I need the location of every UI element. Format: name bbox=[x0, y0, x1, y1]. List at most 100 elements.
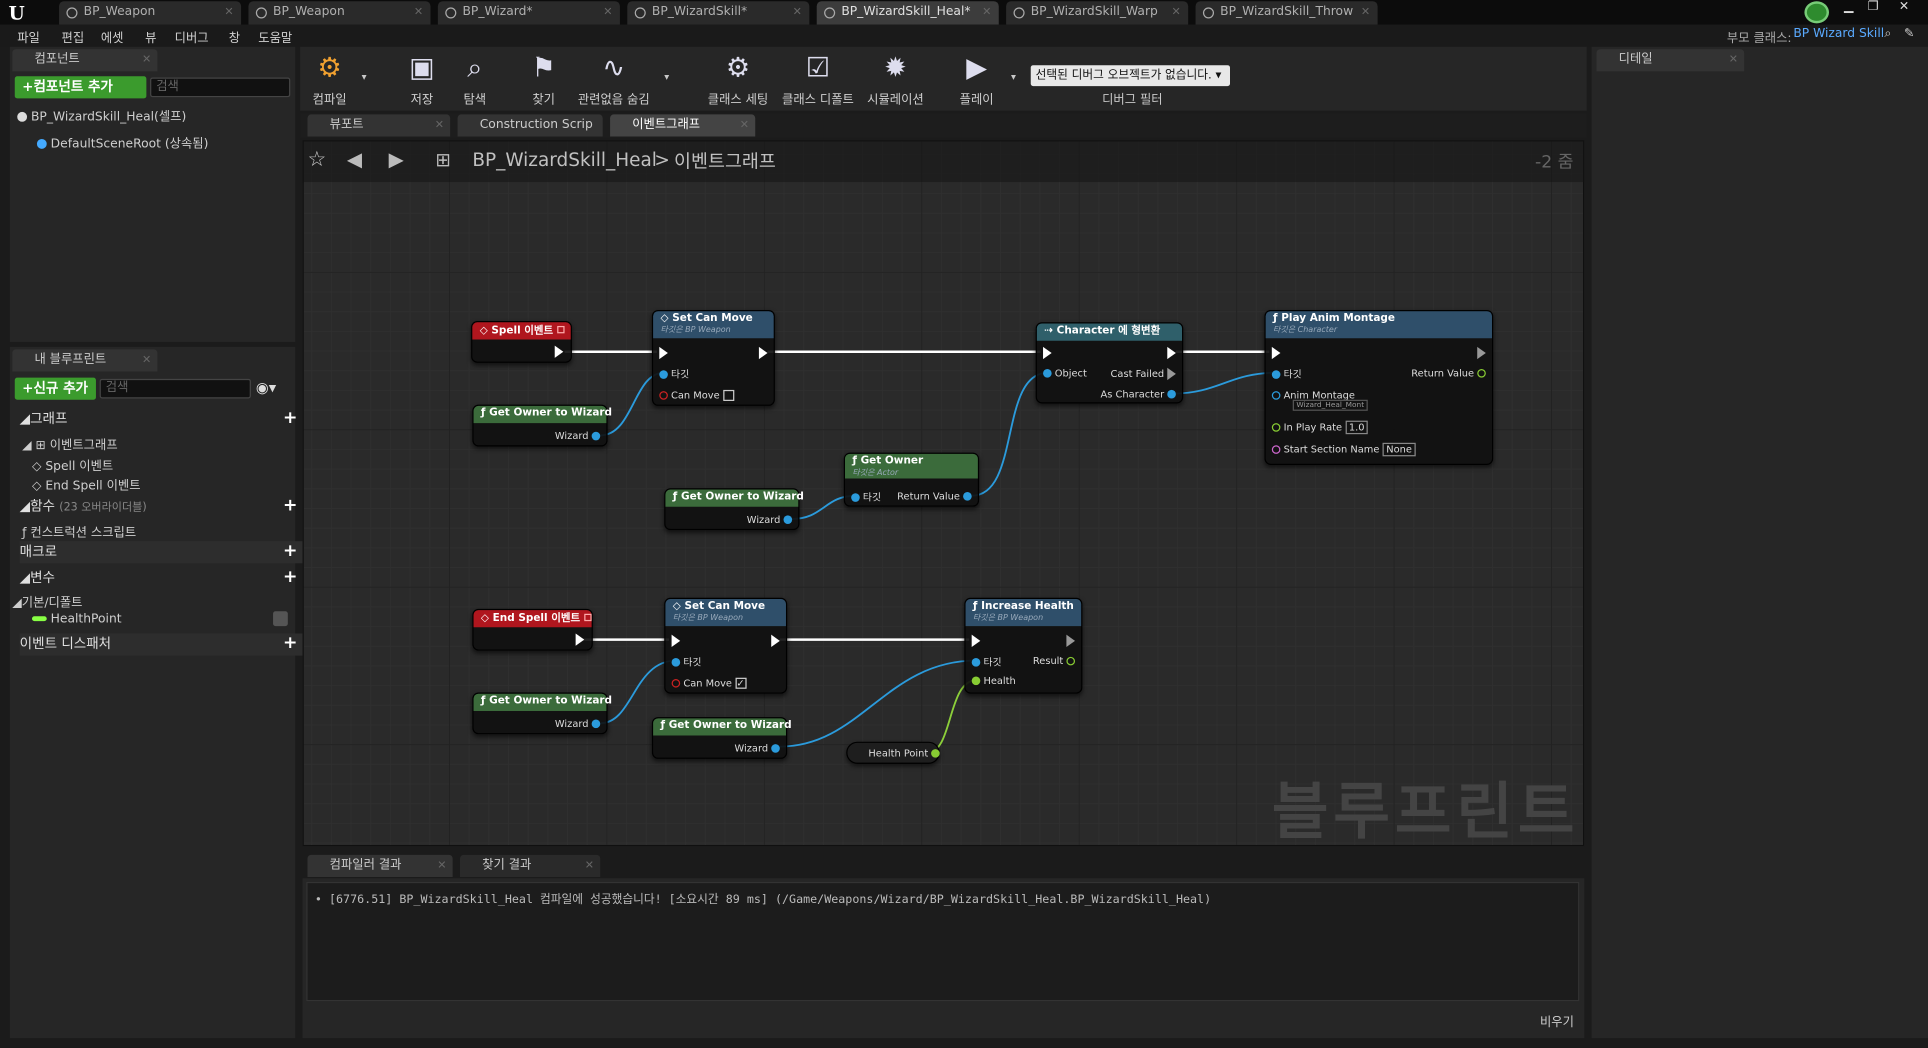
node-health-point-getter[interactable]: Health Point bbox=[846, 741, 941, 764]
tab-label: 컴파일러 결과 bbox=[329, 858, 402, 873]
close-icon[interactable]: ✕ bbox=[585, 855, 594, 877]
node-subtitle: 타깃은 Actor bbox=[852, 467, 899, 478]
clear-button[interactable]: 비우기 bbox=[1540, 1011, 1574, 1030]
target-input-pin[interactable]: 타깃 bbox=[659, 368, 689, 382]
node-title: Increase Health bbox=[981, 600, 1074, 613]
node-end-spell-event[interactable]: ◇ End Spell 이벤트 bbox=[472, 608, 593, 651]
node-header: ƒ Get Owner to Wizard bbox=[653, 718, 792, 736]
exec-in-pin[interactable] bbox=[659, 346, 668, 360]
target-input-pin[interactable]: 타깃 bbox=[1271, 368, 1302, 382]
exec-out-pin[interactable] bbox=[758, 346, 768, 360]
pin-label: Return Value bbox=[897, 490, 960, 502]
node-cast-to-character[interactable]: ⇢ Character 에 형변환 Object Cast Failed As … bbox=[1035, 322, 1184, 404]
play-rate-input[interactable]: 1.0 bbox=[1345, 420, 1369, 435]
node-header: ◇ Set Can Move 타깃은 BP Weapon bbox=[653, 311, 774, 339]
exec-in-pin[interactable] bbox=[1271, 346, 1281, 360]
exec-out-pin[interactable] bbox=[1167, 346, 1176, 360]
can-move-input-pin[interactable]: Can Move bbox=[659, 389, 734, 401]
delegate-pin-icon[interactable] bbox=[556, 325, 565, 334]
wizard-output-pin[interactable]: Wizard bbox=[555, 718, 601, 729]
node-subtitle: 타깃은 Character bbox=[1273, 324, 1338, 335]
pin-label: 타깃 bbox=[671, 369, 690, 381]
start-section-pin[interactable]: Start Section Name None bbox=[1271, 442, 1416, 457]
exec-out-pin[interactable] bbox=[1066, 634, 1076, 647]
health-point-output-pin[interactable]: Health Point bbox=[868, 748, 941, 759]
node-spell-event[interactable]: ◇ Spell 이벤트 bbox=[471, 321, 572, 363]
node-set-can-move-1[interactable]: ◇ Set Can Move 타깃은 BP Weapon 타깃 Can Move bbox=[651, 309, 775, 406]
pin-label: Return Value bbox=[1411, 367, 1475, 379]
as-character-pin[interactable]: As Character bbox=[1101, 389, 1176, 400]
pin-label: 타깃 bbox=[862, 492, 882, 504]
node-get-owner-to-wizard-2[interactable]: ƒ Get Owner to Wizard Wizard bbox=[664, 488, 804, 531]
target-input-pin[interactable]: 타깃 bbox=[971, 656, 1002, 670]
tab-find-results[interactable]: 찾기 결과 ✕ bbox=[460, 854, 601, 877]
node-header: ƒ Get Owner to Wizard bbox=[665, 489, 804, 507]
can-move-checkbox-checked[interactable]: ✓ bbox=[735, 677, 747, 689]
node-subtitle: 타깃은 BP Weapon bbox=[972, 612, 1044, 623]
node-subtitle: 타깃은 BP Weapon bbox=[672, 612, 744, 623]
node-title: Set Can Move bbox=[672, 312, 753, 325]
tab-compiler-results[interactable]: 컴파일러 결과 ✕ bbox=[307, 854, 453, 877]
wizard-output-pin[interactable]: Wizard bbox=[746, 514, 793, 526]
exec-out-pin[interactable] bbox=[554, 345, 564, 358]
node-get-owner-to-wizard-1[interactable]: ƒ Get Owner to Wizard Wizard bbox=[472, 404, 612, 447]
node-header: ◇ Spell 이벤트 bbox=[472, 322, 571, 340]
pin-label: Wizard bbox=[554, 430, 589, 442]
result-output-pin[interactable]: Result bbox=[1032, 655, 1076, 667]
exec-in-pin[interactable] bbox=[971, 634, 981, 647]
return-value-pin[interactable]: Return Value bbox=[897, 491, 972, 502]
exec-in-pin[interactable] bbox=[671, 634, 681, 647]
anim-montage-select[interactable]: Wizard_Heal_Mont bbox=[1292, 399, 1368, 411]
node-set-can-move-2[interactable]: ◇ Set Can Move 타깃은 BP Weapon 타깃 Can Move … bbox=[664, 597, 788, 694]
node-title: Set Can Move bbox=[684, 600, 766, 613]
node-header: ƒ Increase Health 타깃은 BP Weapon bbox=[965, 599, 1082, 627]
pin-label: Health bbox=[983, 675, 1016, 687]
pin-label: Cast Failed bbox=[1110, 368, 1165, 380]
return-value-pin[interactable]: Return Value bbox=[1411, 368, 1486, 379]
pin-label: 타깃 bbox=[1283, 369, 1302, 381]
pin-label: Can Move bbox=[683, 677, 732, 689]
node-get-owner[interactable]: ƒ Get Owner 타깃은 Actor 타깃 Return Value bbox=[843, 452, 980, 507]
node-title: Get Owner bbox=[860, 455, 924, 468]
can-move-checkbox[interactable] bbox=[722, 389, 734, 401]
wizard-output-pin[interactable]: Wizard bbox=[735, 743, 780, 754]
node-title: Get Owner to Wizard bbox=[489, 407, 613, 420]
node-header: ƒ Play Anim Montage 타깃은 Character bbox=[1265, 311, 1492, 339]
exec-out-pin[interactable] bbox=[575, 633, 585, 646]
node-subtitle: 타깃은 BP Weapon bbox=[660, 324, 731, 335]
tab-label: 찾기 결과 bbox=[482, 858, 532, 873]
exec-out-pin[interactable] bbox=[771, 634, 780, 647]
node-title: Spell 이벤트 bbox=[491, 324, 554, 338]
object-input-pin[interactable]: Object bbox=[1043, 368, 1087, 379]
exec-out-pin[interactable] bbox=[1477, 346, 1486, 360]
log-text: [6776.51] BP_WizardSkill_Heal 컴파일에 성공했습니… bbox=[328, 892, 1212, 907]
delegate-pin-icon[interactable] bbox=[583, 613, 592, 622]
target-input-pin[interactable]: 타깃 bbox=[671, 656, 702, 670]
bullet-icon: • bbox=[314, 892, 322, 907]
node-play-anim-montage[interactable]: ƒ Play Anim Montage 타깃은 Character 타깃 Retu… bbox=[1264, 309, 1494, 465]
exec-in-pin[interactable] bbox=[1043, 346, 1052, 360]
health-input-pin[interactable]: Health bbox=[971, 675, 1016, 687]
node-title: Get Owner to Wizard bbox=[668, 719, 792, 732]
cast-failed-pin[interactable]: Cast Failed bbox=[1110, 367, 1176, 381]
node-increase-health[interactable]: ƒ Increase Health 타깃은 BP Weapon 타깃 Result… bbox=[964, 597, 1083, 694]
pin-label: As Character bbox=[1100, 388, 1165, 400]
start-section-input[interactable]: None bbox=[1382, 442, 1416, 457]
node-get-owner-to-wizard-3[interactable]: ƒ Get Owner to Wizard Wizard bbox=[472, 692, 612, 735]
pin-label: Start Section Name bbox=[1283, 444, 1380, 456]
pin-label: 타깃 bbox=[683, 656, 702, 668]
node-header: ◇ End Spell 이벤트 bbox=[473, 610, 592, 628]
close-icon[interactable]: ✕ bbox=[437, 855, 446, 877]
in-play-rate-pin[interactable]: In Play Rate 1.0 bbox=[1271, 420, 1369, 435]
pin-label: Result bbox=[1032, 655, 1064, 667]
can-move-input-pin[interactable]: Can Move ✓ bbox=[671, 677, 747, 689]
node-title: Get Owner to Wizard bbox=[681, 490, 804, 504]
node-title: Play Anim Montage bbox=[1281, 312, 1396, 325]
log-line: • [6776.51] BP_WizardSkill_Heal 컴파일에 성공했… bbox=[314, 889, 1212, 907]
node-header: ƒ Get Owner to Wizard bbox=[473, 405, 612, 424]
pin-label: Wizard bbox=[746, 514, 781, 526]
node-get-owner-to-wizard-4[interactable]: ƒ Get Owner to Wizard Wizard bbox=[651, 717, 792, 759]
wizard-output-pin[interactable]: Wizard bbox=[554, 430, 601, 442]
node-title: End Spell 이벤트 bbox=[492, 612, 581, 625]
target-input-pin[interactable]: 타깃 bbox=[851, 491, 881, 505]
